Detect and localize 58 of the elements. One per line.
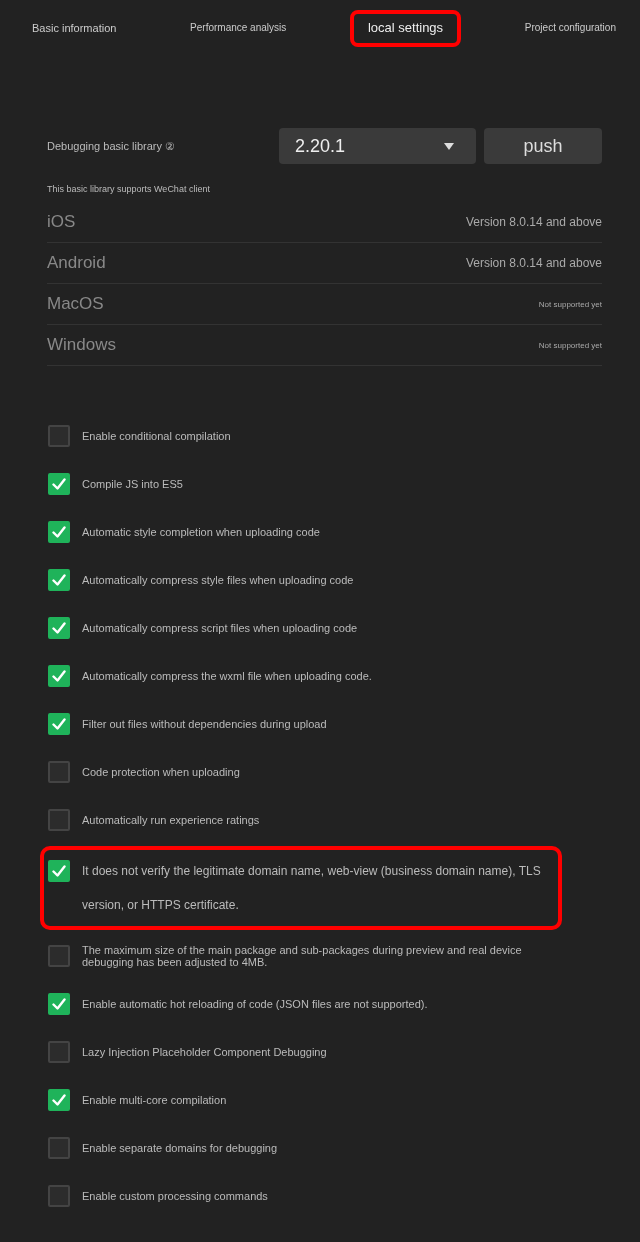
platform-name: iOS xyxy=(47,212,76,232)
checkmark-icon xyxy=(52,718,66,730)
checkbox[interactable] xyxy=(48,1041,70,1063)
option-label: Automatic style completion when uploading code xyxy=(82,526,320,538)
checkbox[interactable] xyxy=(48,860,70,882)
push-button[interactable]: push xyxy=(484,128,602,164)
platform-name: Android xyxy=(47,253,106,273)
checkmark-icon xyxy=(52,478,66,490)
checkbox[interactable] xyxy=(48,473,70,495)
option-label: Lazy Injection Placeholder Component Debugging xyxy=(82,1046,327,1058)
tab[interactable]: local settings xyxy=(349,10,462,47)
checkbox[interactable] xyxy=(48,617,70,639)
support-caption: This basic library supports WeChat client xyxy=(47,184,211,194)
option-label: Filter out files without dependencies during upload xyxy=(82,718,327,730)
checkmark-icon xyxy=(52,622,66,634)
option-label: Enable multi-core compilation xyxy=(82,1094,227,1106)
support-status: Not supported yet xyxy=(538,340,602,350)
support-status: Not supported yet xyxy=(538,299,602,309)
option-label: Enable custom processing commands xyxy=(82,1190,268,1202)
option-label: The maximum size of the main package and sub-packages during preview and real device debugging has been adjusted to 4MB. xyxy=(82,944,523,968)
option-label: Automatically run experience ratings xyxy=(82,814,260,826)
checkmark-icon xyxy=(52,1094,66,1106)
checkbox[interactable] xyxy=(48,761,70,783)
option-label: It does not verify the legitimate domain name, web-view (business domain name), TLS version, or HTTPS certificate. xyxy=(82,863,542,914)
tab[interactable]: Performance analysis xyxy=(180,10,297,59)
option-label: Automatically compress style files when uploading code xyxy=(82,574,354,586)
checkbox[interactable] xyxy=(48,945,70,967)
support-status: Version 8.0.14 and above xyxy=(465,256,602,270)
checkmark-icon xyxy=(52,574,66,586)
checkmark-icon xyxy=(52,670,66,682)
checkbox[interactable] xyxy=(48,1089,70,1111)
option-label: Enable separate domains for debugging xyxy=(82,1142,278,1154)
tab[interactable]: Basic information xyxy=(22,10,127,60)
checkmark-icon xyxy=(52,998,66,1010)
checkmark-icon xyxy=(52,865,66,877)
dropdown-caret-icon xyxy=(444,142,454,150)
checkbox[interactable] xyxy=(48,713,70,735)
library-label: Debugging basic library ② xyxy=(47,139,176,153)
support-status: Version 8.0.14 and above xyxy=(465,215,602,229)
checkbox[interactable] xyxy=(48,521,70,543)
platform-name: MacOS xyxy=(47,294,104,314)
option-label: Code protection when uploading xyxy=(82,766,240,778)
option-label: Compile JS into ES5 xyxy=(82,478,183,490)
option-label: Automatically compress script files when uploading code xyxy=(82,622,358,634)
checkmark-icon xyxy=(52,526,66,538)
option-label: Automatically compress the wxml file when uploading code. xyxy=(82,670,372,682)
option-label: Enable conditional compilation xyxy=(82,430,231,442)
option-label: Enable automatic hot reloading of code (JSON files are not supported). xyxy=(82,998,428,1010)
tab[interactable]: Project configuration xyxy=(514,10,626,59)
checkbox[interactable] xyxy=(48,665,70,687)
checkbox[interactable] xyxy=(48,1137,70,1159)
version-dropdown[interactable]: 2.20.1 xyxy=(279,128,476,164)
platform-name: Windows xyxy=(47,335,116,355)
checkbox[interactable] xyxy=(48,1185,70,1207)
checkbox[interactable] xyxy=(48,993,70,1015)
checkbox[interactable] xyxy=(48,425,70,447)
checkbox[interactable] xyxy=(48,809,70,831)
checkbox[interactable] xyxy=(48,569,70,591)
